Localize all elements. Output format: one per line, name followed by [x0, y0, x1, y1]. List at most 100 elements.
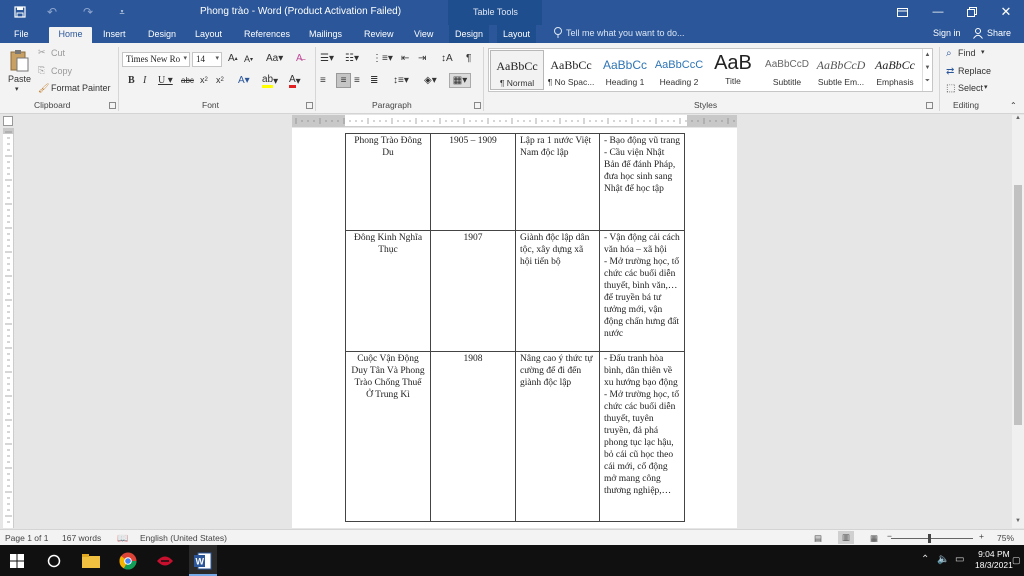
text-effects-icon[interactable]: A▾ [238, 75, 250, 86]
tab-mailings[interactable]: Mailings [303, 27, 348, 43]
grow-font-icon[interactable]: A ▴ [228, 53, 238, 64]
table-cell-name[interactable]: Phong Trào Đông Du [345, 133, 431, 231]
replace-icon[interactable]: ⇄ [946, 66, 954, 77]
font-color-icon[interactable]: A ▾ [289, 74, 301, 88]
chrome-icon[interactable] [116, 550, 140, 572]
chevron-down-icon[interactable]: ▾ [981, 48, 985, 56]
customize-toolbar-icon[interactable]: ⩡ [114, 4, 130, 20]
select-icon[interactable]: ⬚ [946, 83, 955, 94]
zoom-slider-thumb[interactable] [928, 534, 931, 543]
format-painter-button[interactable]: Format Painter [51, 83, 111, 93]
replace-button[interactable]: Replace [958, 66, 991, 76]
clear-formatting-icon[interactable]: A̶ [296, 53, 303, 64]
styles-scroll[interactable]: ▲ ▼ ⏷ [922, 49, 932, 91]
chevron-down-icon[interactable]: ▾ [984, 83, 988, 91]
style-heading-2[interactable]: AaBbCсC Heading 2 [652, 50, 706, 90]
align-center-icon[interactable]: ≡ [336, 73, 351, 88]
document-table[interactable]: Phong Trào Đông Du 1905 – 1909 Lập ra 1 … [345, 133, 685, 522]
tab-layout[interactable]: Layout [189, 27, 228, 43]
font-size-combo[interactable]: 14 ▾ [192, 52, 222, 67]
print-layout-icon[interactable]: ▥ [838, 531, 855, 544]
language-indicator[interactable]: English (United States) [140, 533, 227, 543]
bold-icon[interactable]: B [128, 75, 135, 86]
underline-icon[interactable]: U ▾ [158, 75, 173, 86]
tab-review[interactable]: Review [358, 27, 400, 43]
search-icon[interactable] [42, 550, 66, 572]
collapse-ribbon-icon[interactable]: ⌃ [1010, 101, 1017, 110]
table-cell-years[interactable]: 1908 [430, 351, 516, 522]
scroll-thumb[interactable] [1014, 185, 1022, 425]
tab-selector[interactable] [3, 116, 13, 126]
table-cell-name[interactable]: Cuộc Vận Động Duy Tân Và Phong Trào Chốn… [345, 351, 431, 522]
paste-dropdown-icon[interactable]: ▾ [15, 85, 19, 93]
align-right-icon[interactable]: ≡ [354, 75, 360, 86]
restore-icon[interactable] [961, 3, 983, 21]
zoom-out-icon[interactable]: − [887, 531, 892, 541]
align-left-icon[interactable]: ≡ [320, 75, 326, 86]
copy-icon[interactable]: ⎘ [38, 65, 45, 76]
file-explorer-icon[interactable] [79, 550, 103, 572]
tab-insert[interactable]: Insert [97, 27, 132, 43]
tab-design[interactable]: Design [142, 27, 182, 43]
shading-icon[interactable]: ◈▾ [424, 75, 437, 86]
tab-home[interactable]: Home [49, 27, 92, 43]
zoom-slider-track[interactable] [891, 538, 973, 539]
tab-file[interactable]: File [8, 27, 35, 43]
tab-references[interactable]: References [238, 27, 296, 43]
table-cell-method[interactable]: - Bạo động vũ trang - Cầu viện Nhật Bản … [599, 133, 685, 231]
style-emphasis[interactable]: AaBbCс Emphasis [868, 50, 922, 90]
tab-view[interactable]: View [408, 27, 439, 43]
minimize-icon[interactable]: — [927, 3, 949, 21]
volume-icon[interactable]: 🔈 [937, 554, 949, 565]
network-icon[interactable]: ▭ [955, 554, 964, 565]
styles-launcher-icon[interactable] [926, 102, 933, 109]
sort-icon[interactable]: ↕A [441, 53, 453, 64]
save-icon[interactable] [12, 4, 28, 20]
table-cell-method[interactable]: - Vận động cải cách văn hóa – xã hội - M… [599, 230, 685, 352]
word-count[interactable]: 167 words [62, 533, 101, 543]
page-count[interactable]: Page 1 of 1 [5, 533, 48, 543]
paragraph-launcher-icon[interactable] [474, 102, 481, 109]
font-name-combo[interactable]: Times New Ro ▾ [122, 52, 190, 67]
word-icon[interactable]: W [191, 550, 215, 572]
ribbon-display-options-icon[interactable] [891, 3, 913, 21]
show-hidden-icons-icon[interactable]: ⌃ [921, 554, 929, 565]
horizontal-ruler[interactable] [292, 115, 737, 127]
vertical-ruler[interactable] [3, 128, 14, 528]
style-heading-1[interactable]: AaBbCс Heading 1 [598, 50, 652, 90]
line-spacing-icon[interactable]: ↕≡▾ [393, 75, 409, 86]
zoom-level[interactable]: 75% [997, 533, 1014, 543]
style-normal[interactable]: AaBbCс ¶ Normal [490, 50, 544, 90]
scroll-up-icon[interactable]: ▲ [1012, 115, 1024, 125]
notifications-icon[interactable]: ▢ [1012, 555, 1021, 566]
superscript-icon[interactable]: x2 [216, 75, 224, 85]
strikethrough-icon[interactable]: abc [181, 76, 194, 85]
find-icon[interactable]: ⌕ [946, 48, 952, 59]
numbering-icon[interactable]: ☷▾ [345, 53, 359, 64]
close-icon[interactable]: ✕ [995, 3, 1017, 21]
justify-icon[interactable]: ≣ [370, 75, 378, 86]
table-cell-years[interactable]: 1907 [430, 230, 516, 352]
subscript-icon[interactable]: x2 [200, 75, 208, 85]
table-cell-goal[interactable]: Nâng cao ý thức tự cường để đi đến giành… [515, 351, 600, 522]
sign-in-link[interactable]: Sign in [933, 28, 961, 38]
share-button[interactable]: Share [987, 28, 1011, 38]
cut-button[interactable]: Cut [51, 48, 65, 58]
borders-icon[interactable]: ▦▾ [449, 73, 471, 88]
font-launcher-icon[interactable] [306, 102, 313, 109]
paste-icon[interactable] [8, 47, 30, 73]
zoom-in-icon[interactable]: + [979, 531, 984, 541]
clipboard-launcher-icon[interactable] [109, 102, 116, 109]
vertical-scrollbar[interactable]: ▲ ▼ [1012, 115, 1024, 528]
increase-indent-icon[interactable]: ⇥ [418, 53, 426, 64]
table-cell-goal[interactable]: Giành độc lập dân tộc, xây dựng xã hội t… [515, 230, 600, 352]
italic-icon[interactable]: I [143, 75, 146, 86]
multilevel-list-icon[interactable]: ⋮≡▾ [372, 53, 393, 64]
shrink-font-icon[interactable]: A ▾ [244, 54, 253, 64]
style-title[interactable]: AaB Title [706, 50, 760, 90]
scroll-down-icon[interactable]: ▼ [1012, 518, 1024, 528]
select-button[interactable]: Select [958, 83, 983, 93]
highlight-color-icon[interactable]: ab ▾ [262, 74, 278, 88]
redo-icon[interactable]: ↷ [80, 4, 96, 20]
change-case-icon[interactable]: Aa▾ [266, 53, 283, 64]
